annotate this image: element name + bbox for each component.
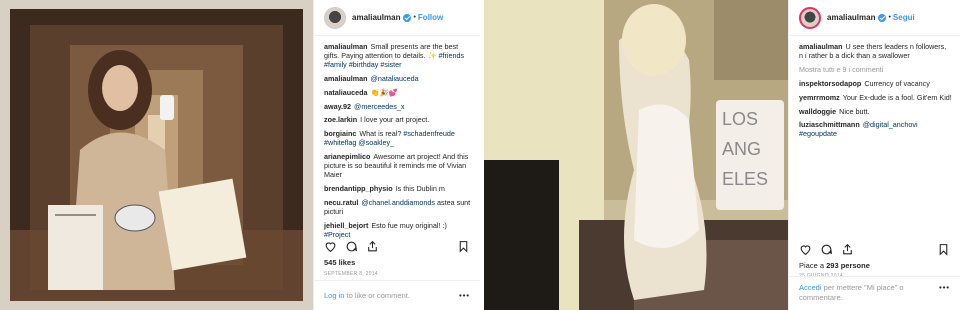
comment-item: brendantipp_physio Is this Dublin m [324, 184, 472, 193]
comment-username[interactable]: luziaschmittmann [799, 120, 860, 129]
comment-username[interactable]: walldoggie [799, 107, 836, 116]
tag-link[interactable]: #friends [438, 51, 464, 60]
comment-username[interactable]: away.92 [324, 102, 351, 111]
more-options-icon[interactable]: ••• [459, 291, 470, 300]
separator-dot: • [413, 14, 416, 21]
avatar[interactable] [799, 6, 821, 29]
comment-username[interactable]: inspektorsodapop [799, 79, 861, 88]
comment-username[interactable]: amaliaulman [324, 42, 368, 51]
post-1-sidebar: amaliaulman • Follow amaliaulman Small pr… [313, 0, 480, 310]
comment-item: arianepimlico Awesome art project! And th… [324, 152, 472, 180]
tag-link[interactable]: @merceedes_x [354, 102, 404, 111]
comment-item: away.92 @merceedes_x [324, 102, 472, 111]
heart-icon[interactable] [799, 243, 812, 256]
comment-username[interactable]: borgiainc [324, 129, 356, 138]
comment-username[interactable]: nataliauceda [324, 88, 368, 97]
comment-text: Currency of vacancy [864, 79, 930, 89]
likes-count[interactable]: 545 likes [324, 258, 355, 267]
post-2: LOS ANG ELES amaliaulman • Segui amaliau… [484, 0, 960, 310]
hotel-room-image: LOS ANG ELES [484, 0, 788, 310]
post-2-header: amaliaulman • Segui [789, 0, 960, 36]
comment-item: yemrrmomz Your Ex-dude is a fool. Git'em … [799, 93, 952, 102]
more-options-icon[interactable]: ••• [939, 283, 950, 293]
comment-text: 👏🎉💕 [370, 87, 398, 97]
avatar[interactable] [324, 6, 346, 29]
follow-button[interactable]: Segui [893, 13, 915, 22]
post-2-sidebar: amaliaulman • Segui amaliaulman U see the… [788, 0, 960, 310]
comment-item: luziaschmittmann @digital_anchovi #egoupd… [799, 120, 952, 138]
svg-text:ELES: ELES [722, 169, 768, 189]
verified-badge-icon [878, 13, 887, 22]
comment-username[interactable]: yemrrmomz [799, 93, 840, 102]
follow-button[interactable]: Follow [418, 13, 443, 22]
login-footer: Log in to like or comment. ••• [314, 280, 480, 310]
likes-prefix: Piace a [799, 261, 827, 270]
comment-username[interactable]: jehiell_bejort [324, 221, 368, 230]
post-1-photo[interactable] [0, 0, 313, 310]
comment-text: @merceedes_x [354, 102, 404, 111]
comment-username[interactable]: arianepimlico [324, 152, 370, 161]
comment-username[interactable]: amaliaulman [324, 74, 368, 83]
comment-text: @nataliauceda [371, 74, 419, 83]
tag-link[interactable]: #schadenfreude [403, 129, 455, 138]
tag-link[interactable]: @nataliauceda [371, 74, 419, 83]
likes-count[interactable]: Piace a 293 persone [799, 261, 870, 270]
post-1-header: amaliaulman • Follow [314, 0, 480, 36]
comment-item: nataliauceda 👏🎉💕 [324, 88, 472, 97]
tag-link[interactable]: #family [324, 60, 347, 69]
comment-item: amaliaulman @nataliauceda [324, 74, 472, 83]
comment-item: borgiainc What is real? #schadenfreude #w… [324, 129, 472, 147]
share-icon[interactable] [841, 243, 854, 256]
action-bar [324, 238, 470, 254]
login-footer: Accedi per mettere "Mi piace" o commenta… [789, 276, 960, 310]
comment-text: Nice butt. [839, 106, 870, 116]
caption: amaliaulman U see thers leaders n followe… [799, 42, 952, 60]
comment-username[interactable]: necu.ratul [324, 198, 358, 207]
comment-text: Your Ex-dude is a fool. Git'em Kid! [842, 92, 952, 102]
comment-item: inspektorsodapop Currency of vacancy [799, 79, 952, 88]
header-username[interactable]: amaliaulman [352, 13, 400, 22]
tag-link[interactable]: #whiteflag [324, 138, 356, 147]
verified-badge-icon [403, 13, 412, 22]
comment-username[interactable]: zoe.larkin [324, 115, 357, 124]
action-bar [799, 241, 950, 257]
comment-item: necu.ratul @chanel.anddiamonds astea sunt… [324, 198, 472, 216]
comment-username[interactable]: brendantipp_physio [324, 184, 393, 193]
bookmark-icon[interactable] [457, 240, 470, 253]
heart-icon[interactable] [324, 240, 337, 253]
tag-link[interactable]: #egoupdate [799, 129, 837, 138]
header-username[interactable]: amaliaulman [827, 13, 875, 22]
login-link[interactable]: Accedi [799, 283, 822, 292]
login-link[interactable]: Log in [324, 291, 344, 300]
svg-text:ANG: ANG [722, 139, 761, 159]
comment-username[interactable]: amaliaulman [799, 42, 843, 51]
comment-icon[interactable] [345, 240, 358, 253]
comment-item: zoe.larkin I love your art project. [324, 115, 472, 124]
tag-link[interactable]: #birthday [349, 60, 379, 69]
likes-number[interactable]: 293 persone [826, 261, 870, 270]
comment-item: walldoggie Nice butt. [799, 107, 952, 116]
post-1: amaliaulman • Follow amaliaulman Small pr… [0, 0, 480, 310]
comment-list: amaliaulman Small presents are the best g… [324, 42, 472, 243]
view-all-comments-link[interactable]: Mostra tutti e 9 i commenti [799, 65, 952, 74]
comment-icon[interactable] [820, 243, 833, 256]
comment-item: amaliaulman Small presents are the best g… [324, 42, 472, 70]
comment-list: amaliaulman U see thers leaders n followe… [799, 42, 952, 143]
login-text: to like or comment. [344, 291, 410, 300]
post-2-photo[interactable]: LOS ANG ELES [484, 0, 788, 310]
share-icon[interactable] [366, 240, 379, 253]
tag-link[interactable]: @digital_anchovi [863, 120, 918, 129]
pillow-sign-text: LOS [722, 109, 758, 129]
tag-link[interactable]: #sister [380, 60, 401, 69]
separator-dot: • [888, 14, 891, 21]
comment-item: jehiell_bejort Esto fue muy original! :) … [324, 221, 472, 239]
mirror-selfie-image [0, 0, 313, 310]
post-date: SEPTEMBER 8, 2014 [324, 271, 379, 277]
tag-link[interactable]: @chanel.anddiamonds [361, 198, 435, 207]
comment-text: I love your art project. [360, 115, 430, 125]
tag-link[interactable]: @soakley_ [358, 138, 394, 147]
comment-text: Is this Dublin m [395, 183, 445, 193]
bookmark-icon[interactable] [937, 243, 950, 256]
